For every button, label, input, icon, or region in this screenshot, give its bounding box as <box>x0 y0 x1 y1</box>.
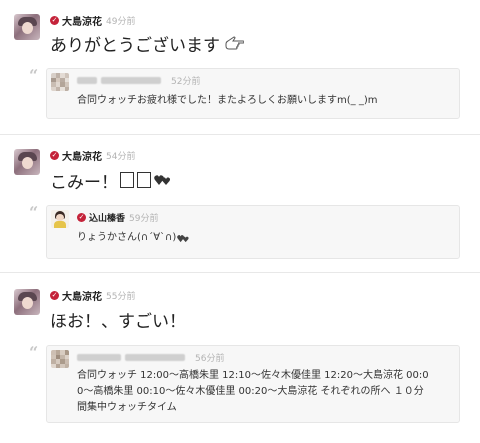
post-1: ✓ 大島涼花 49分前 ありがとうございます “ 52分前 合同ウォッチお疲れ様… <box>0 0 480 134</box>
post-text: ありがとうございます <box>50 32 244 56</box>
post-2: ✓ 大島涼花 54分前 こみー！ “ ✓ 込山榛香 59分前 りょうかさん(∩´… <box>0 135 480 272</box>
pointing-hand-icon <box>225 36 244 50</box>
reply-card[interactable]: 52分前 合同ウォッチお疲れ様でした！またよろしくお願いしますm(_ _)m <box>46 68 460 119</box>
redacted-name <box>77 77 97 84</box>
reply-card[interactable]: ✓ 込山榛香 59分前 りょうかさん(∩´∀`∩) <box>46 205 460 259</box>
check-badge-icon: ✓ <box>50 15 59 25</box>
hearts-icon <box>154 175 171 185</box>
avatar[interactable] <box>51 350 69 368</box>
missing-glyph-icon <box>120 172 134 188</box>
redacted-name <box>125 354 185 361</box>
check-badge-icon: ✓ <box>50 290 59 300</box>
avatar[interactable] <box>14 289 40 315</box>
redacted-name <box>77 354 121 361</box>
reply-text-line: 合同ウォッチ 12:00～高橋朱里 12:10～佐々木優佳里 12:20～大島涼… <box>77 370 429 381</box>
reply-card[interactable]: 56分前 合同ウォッチ 12:00～高橋朱里 12:10～佐々木優佳里 12:2… <box>46 345 460 423</box>
redacted-name <box>101 77 161 84</box>
post-header: ✓ 大島涼花 54分前 <box>50 148 135 163</box>
check-badge-icon: ✓ <box>77 213 86 222</box>
reply-header: ✓ 込山榛香 59分前 <box>77 211 158 224</box>
post-header: ✓ 大島涼花 49分前 <box>50 13 135 28</box>
quote-icon: “ <box>29 66 39 85</box>
reply-text: 合同ウォッチ 12:00～高橋朱里 12:10～佐々木優佳里 12:20～大島涼… <box>77 368 429 416</box>
post-3: ✓ 大島涼花 55分前 ほお！、すごい！ “ 56分前 合同ウォッチ 12:00… <box>0 273 480 443</box>
quote-icon: “ <box>29 203 39 222</box>
post-time[interactable]: 54分前 <box>106 149 135 162</box>
quote-icon: “ <box>29 343 39 362</box>
hearts-icon <box>177 234 189 242</box>
post-text: こみー！ <box>50 169 172 193</box>
author-name[interactable]: 大島涼花 <box>62 148 102 163</box>
avatar[interactable] <box>14 14 40 40</box>
post-time[interactable]: 55分前 <box>106 289 135 302</box>
reply-text: 合同ウォッチお疲れ様でした！またよろしくお願いしますm(_ _)m <box>77 95 378 106</box>
reply-time[interactable]: 56分前 <box>195 351 224 364</box>
post-text: ほお！、すごい！ <box>50 311 186 332</box>
avatar[interactable] <box>51 73 69 91</box>
author-name[interactable]: 込山榛香 <box>89 211 125 224</box>
reply-header: 52分前 <box>77 74 200 87</box>
avatar[interactable] <box>51 210 69 228</box>
author-name[interactable]: 大島涼花 <box>62 13 102 28</box>
check-badge-icon: ✓ <box>50 150 59 160</box>
reply-time[interactable]: 52分前 <box>171 74 200 87</box>
reply-text-line: 0～高橋朱里 00:10～佐々木優佳里 00:20～大島涼花 それぞれの所へ １… <box>77 386 424 397</box>
post-time[interactable]: 49分前 <box>106 14 135 27</box>
reply-header: 56分前 <box>77 351 224 364</box>
author-name[interactable]: 大島涼花 <box>62 288 102 303</box>
reply-text-line: 間集中ウォッチタイム <box>77 402 177 413</box>
post-header: ✓ 大島涼花 55分前 <box>50 288 135 303</box>
reply-text: りょうかさん(∩´∀`∩) <box>77 230 190 246</box>
missing-glyph-icon <box>137 172 151 188</box>
reply-time[interactable]: 59分前 <box>129 211 158 224</box>
avatar[interactable] <box>14 149 40 175</box>
